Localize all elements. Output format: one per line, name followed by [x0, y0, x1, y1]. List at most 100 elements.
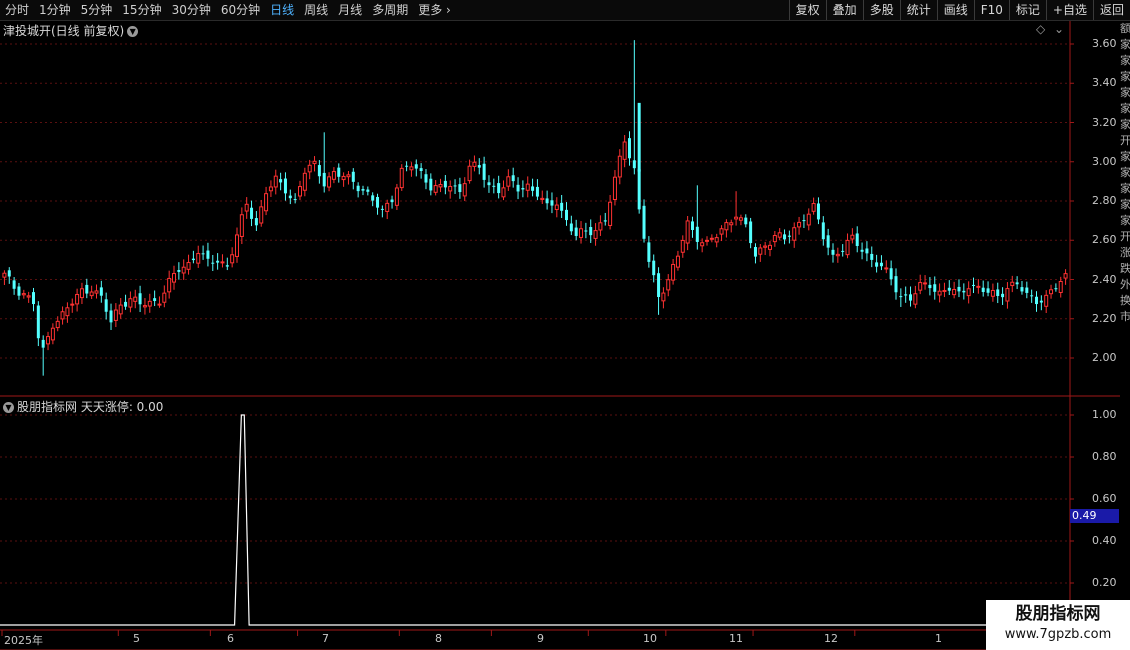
candle-body	[841, 250, 845, 252]
candle-body	[1005, 288, 1010, 302]
candle-body	[133, 296, 138, 302]
toolbar: 分时 1分钟 5分钟 15分钟 30分钟 60分钟 日线 周线 月线 多周期 更…	[0, 0, 1130, 21]
candle-body	[749, 221, 753, 244]
strip-char: 开	[1120, 134, 1130, 147]
candle-body	[952, 288, 957, 296]
chevron-down-icon[interactable]: ⌄	[1054, 22, 1064, 36]
candle-body	[167, 277, 172, 293]
add-watchlist-button[interactable]: +自选	[1045, 0, 1093, 20]
candle-body	[647, 242, 651, 262]
tab-5min[interactable]: 5分钟	[76, 0, 118, 20]
candle-body	[875, 262, 879, 267]
mark-button[interactable]: 标记	[1008, 0, 1046, 20]
diamond-icon[interactable]: ◇	[1036, 22, 1045, 36]
fuquan-button[interactable]: 复权	[788, 0, 826, 20]
candle-body	[511, 175, 515, 182]
candle-body	[341, 175, 346, 181]
candle-body	[327, 176, 332, 188]
tab-multi-period[interactable]: 多周期	[367, 0, 413, 20]
chart-area[interactable]	[0, 21, 1120, 650]
watermark-logo: 股朋指标网 www.7gpzb.com	[986, 600, 1130, 650]
candle-body	[811, 203, 816, 212]
candle-body	[986, 288, 990, 293]
candle-body	[250, 207, 254, 219]
candle-body	[516, 184, 520, 192]
tab-monthly[interactable]: 月线	[333, 0, 367, 20]
tab-more-label: 更多	[418, 3, 443, 17]
strip-char: 家	[1120, 86, 1130, 99]
candle-body	[254, 218, 258, 226]
main-pane-title[interactable]: 津投城开(日线 前复权) ▼	[3, 22, 139, 39]
statistics-button[interactable]: 统计	[899, 0, 937, 20]
candle-body	[685, 220, 690, 244]
y-tick: 2.40	[1092, 272, 1117, 286]
candle-body	[777, 232, 782, 238]
back-button[interactable]: 返回	[1092, 0, 1130, 20]
strip-char: 市	[1120, 310, 1130, 323]
strip-char: 家	[1120, 70, 1130, 83]
candle-body	[1054, 288, 1058, 290]
candle-body	[831, 249, 835, 255]
chevron-down-icon[interactable]: ▼	[127, 26, 139, 37]
candle-body	[438, 184, 443, 188]
candle-body	[569, 223, 573, 232]
strip-char: 涨	[1120, 246, 1130, 259]
strip-char: 家	[1120, 166, 1130, 179]
strip-char: 外	[1120, 278, 1130, 291]
x-tick: 7	[322, 632, 329, 645]
candle-body	[230, 254, 235, 264]
stock-title: 津投城开(日线 前复权)	[3, 24, 125, 38]
signal-line	[0, 414, 1070, 626]
candle-body	[157, 303, 162, 306]
candle-body	[128, 298, 133, 308]
tab-1min[interactable]: 1分钟	[34, 0, 76, 20]
candle-body	[497, 183, 501, 194]
candle-body	[453, 185, 457, 187]
candle-body	[589, 227, 593, 236]
chevron-right-icon: ›	[442, 3, 451, 17]
candle-body	[259, 206, 264, 224]
indicator-title: 股朋指标网 天天涨停: 0.00	[17, 400, 164, 414]
draw-line-button[interactable]: 画线	[936, 0, 974, 20]
candle-body	[550, 200, 554, 206]
multi-stock-button[interactable]: 多股	[862, 0, 900, 20]
candle-body	[356, 185, 360, 192]
y-tick: 3.00	[1092, 154, 1117, 168]
strip-char: 跌	[1120, 262, 1130, 275]
candle-body	[1001, 293, 1005, 298]
candle-body	[904, 294, 908, 296]
candle-body	[12, 280, 16, 289]
candle-body	[405, 165, 409, 167]
current-value-badge: 0.49	[1070, 509, 1119, 523]
tab-15min[interactable]: 15分钟	[117, 0, 166, 20]
candle-body	[46, 336, 51, 345]
strip-char: 家	[1120, 182, 1130, 195]
candle-body	[1039, 300, 1043, 303]
x-tick: 2025年	[4, 634, 43, 647]
candle-body	[297, 186, 302, 197]
candle-body	[487, 182, 491, 186]
candle-body	[433, 185, 438, 193]
candle-body	[273, 175, 278, 188]
candle-body	[172, 273, 177, 283]
candle-body	[279, 179, 283, 183]
strip-char: 家	[1120, 198, 1130, 211]
chevron-down-icon[interactable]: ▼	[3, 402, 14, 413]
candle-body	[870, 253, 874, 260]
candle-body	[181, 266, 186, 274]
y-tick: 0.80	[1092, 450, 1117, 463]
candle-body	[835, 253, 840, 257]
tab-more[interactable]: 更多 ›	[413, 0, 456, 20]
x-tick: 10	[643, 632, 657, 645]
tab-30min[interactable]: 30分钟	[167, 0, 216, 20]
tab-intraday[interactable]: 分时	[0, 0, 34, 20]
candle-body	[36, 305, 40, 339]
y-tick: 0.20	[1092, 576, 1117, 589]
tab-weekly[interactable]: 周线	[299, 0, 333, 20]
indicator-pane-title[interactable]: ▼ 股朋指标网 天天涨停: 0.00	[3, 398, 163, 415]
tab-daily[interactable]: 日线	[265, 0, 299, 20]
candle-body	[1025, 287, 1029, 293]
f10-button[interactable]: F10	[973, 0, 1009, 20]
overlay-button[interactable]: 叠加	[825, 0, 863, 20]
tab-60min[interactable]: 60分钟	[216, 0, 265, 20]
